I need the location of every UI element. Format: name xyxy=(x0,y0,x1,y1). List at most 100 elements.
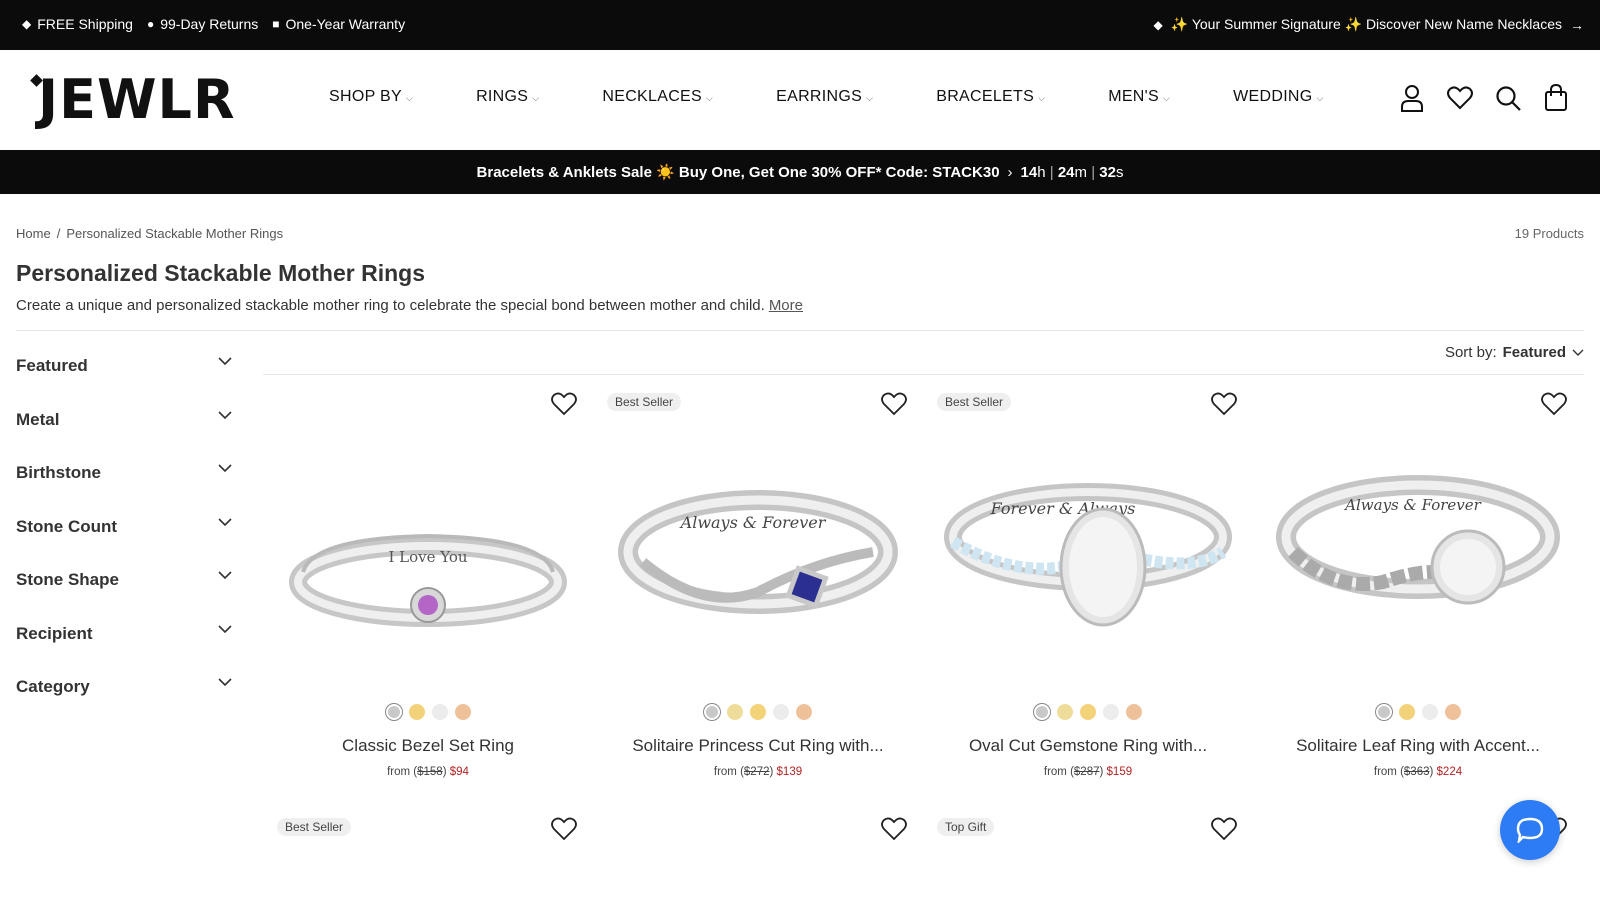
product-image[interactable]: Always & Forever xyxy=(1263,432,1573,672)
nav-rings[interactable]: RINGS ⌵ xyxy=(476,88,539,106)
countdown-hours-unit: h xyxy=(1037,163,1046,181)
ring-stone xyxy=(1440,539,1496,595)
nav-wedding[interactable]: WEDDING ⌵ xyxy=(1233,88,1324,106)
product-image[interactable]: Always & Forever xyxy=(603,432,913,672)
wishlist-heart-icon[interactable] xyxy=(881,817,907,841)
sale-price: $139 xyxy=(776,766,803,778)
wishlist-heart-icon[interactable] xyxy=(551,392,577,416)
nav-shop-by[interactable]: SHOP BY ⌵ xyxy=(329,88,413,106)
sale-price: $94 xyxy=(449,766,469,778)
more-link[interactable]: More xyxy=(769,297,803,314)
chevron-down-icon xyxy=(218,624,232,633)
swatch-silver[interactable] xyxy=(1375,704,1392,720)
sale-banner[interactable]: Bracelets & Anklets Sale ☀️ Buy One, Get… xyxy=(0,150,1600,194)
product-card[interactable] xyxy=(593,807,923,900)
product-name[interactable]: Solitaire Leaf Ring with Accent... xyxy=(1253,736,1583,756)
product-image[interactable]: Forever & Always xyxy=(933,432,1243,672)
swatch-yellow-gold-10k[interactable] xyxy=(727,704,743,720)
sort-dropdown[interactable]: Sort by: Featured xyxy=(1445,344,1584,361)
chevron-down-icon xyxy=(218,571,232,580)
arrow-right-icon: → xyxy=(1570,16,1584,33)
filter-recipient[interactable]: Recipient xyxy=(16,618,232,672)
wishlist-heart-icon[interactable] xyxy=(1541,392,1567,416)
metal-swatches xyxy=(1253,704,1583,720)
product-image[interactable]: I Love You xyxy=(273,432,583,672)
swatch-silver[interactable] xyxy=(385,704,402,720)
swatch-white-gold[interactable] xyxy=(1421,704,1438,720)
original-price: $272 xyxy=(743,766,770,778)
swatch-silver[interactable] xyxy=(1034,704,1050,720)
product-card[interactable]: Best Seller Forever & Always Oval Cut Ge… xyxy=(923,382,1253,792)
swatch-rose-gold[interactable] xyxy=(796,704,812,720)
filter-category[interactable]: Category xyxy=(16,671,232,725)
metal-swatches xyxy=(593,704,923,720)
chat-button[interactable] xyxy=(1500,800,1560,860)
swatch-white-gold[interactable] xyxy=(773,704,789,720)
filter-label: Featured xyxy=(16,356,88,375)
swatch-silver[interactable] xyxy=(704,704,720,720)
divider xyxy=(16,330,1584,331)
product-badge: Best Seller xyxy=(277,818,352,836)
nav-bracelets[interactable]: BRACELETS ⌵ xyxy=(936,88,1045,106)
wishlist-heart-icon[interactable] xyxy=(1211,817,1237,841)
diamond-icon: ◆ xyxy=(1153,17,1163,32)
breadcrumb-home[interactable]: Home xyxy=(16,226,51,241)
product-card[interactable]: Best Seller Always & Forever Solitaire P… xyxy=(593,382,923,792)
product-name[interactable]: Classic Bezel Set Ring xyxy=(263,736,593,756)
wishlist-heart-icon[interactable] xyxy=(881,392,907,416)
product-name[interactable]: Oval Cut Gemstone Ring with... xyxy=(923,736,1253,756)
filter-birthstone[interactable]: Birthstone xyxy=(16,457,232,511)
perk-label: 99-Day Returns xyxy=(160,16,259,32)
summer-promo-link[interactable]: ◆ ✨ Your Summer Signature ✨ Discover New… xyxy=(1154,16,1584,33)
nav-necklaces[interactable]: NECKLACES ⌵ xyxy=(602,88,713,106)
product-card[interactable]: I Love You Classic Bezel Set Ring from (… xyxy=(263,382,593,792)
chevron-down-icon xyxy=(218,517,232,526)
swatch-rose-gold[interactable] xyxy=(1444,704,1461,720)
swatch-yellow-gold[interactable] xyxy=(1398,704,1415,720)
chevron-down-icon xyxy=(218,464,232,473)
divider xyxy=(263,374,1584,375)
swatch-yellow-gold[interactable] xyxy=(750,704,766,720)
filter-label: Stone Count xyxy=(16,516,118,536)
swatch-yellow-gold[interactable] xyxy=(1080,704,1096,720)
wishlist-heart-icon[interactable] xyxy=(1446,82,1474,114)
swatch-rose-gold[interactable] xyxy=(1126,704,1142,720)
nav-mens[interactable]: MEN'S ⌵ xyxy=(1108,88,1170,106)
breadcrumb: Home / Personalized Stackable Mother Rin… xyxy=(16,226,283,241)
product-name[interactable]: Solitaire Princess Cut Ring with... xyxy=(593,736,923,756)
product-price: from ($158) $94 xyxy=(387,766,469,778)
chevron-down-icon: ⌵ xyxy=(405,93,414,103)
perk-free-shipping: ◆ FREE Shipping xyxy=(22,16,133,32)
search-icon[interactable] xyxy=(1494,82,1522,114)
sort-label: Sort by: xyxy=(1444,344,1497,361)
filter-featured[interactable]: Featured xyxy=(16,350,232,404)
swatch-white-gold[interactable] xyxy=(431,704,448,720)
product-card[interactable]: Always & Forever Solitaire Leaf Ring wit… xyxy=(1253,382,1583,792)
product-price: from ($272) $139 xyxy=(713,766,803,778)
shopping-bag-icon[interactable] xyxy=(1542,82,1570,114)
product-badge: Best Seller xyxy=(937,393,1012,411)
filter-metal[interactable]: Metal xyxy=(16,404,232,458)
circle-icon: ● xyxy=(146,17,155,31)
filter-stone-shape[interactable]: Stone Shape xyxy=(16,564,232,618)
swatch-rose-gold[interactable] xyxy=(454,704,471,720)
product-badge: Top Gift xyxy=(937,818,995,836)
square-icon: ■ xyxy=(272,17,280,31)
diamond-icon: ◆ xyxy=(22,17,32,31)
countdown-timer: 14h | 24m | 32s xyxy=(1020,163,1124,181)
swatch-yellow-gold-10k[interactable] xyxy=(1057,704,1073,720)
countdown-minutes: 24 xyxy=(1057,163,1075,181)
wishlist-heart-icon[interactable] xyxy=(1211,392,1237,416)
nav-earrings[interactable]: EARRINGS ⌵ xyxy=(776,88,873,106)
filter-stone-count[interactable]: Stone Count xyxy=(16,511,232,565)
swatch-white-gold[interactable] xyxy=(1103,704,1119,720)
wishlist-heart-icon[interactable] xyxy=(551,817,577,841)
site-header: JEWLR SHOP BY ⌵ RINGS ⌵ NECKLACES ⌵ EARRING… xyxy=(0,50,1600,150)
product-card[interactable]: Top Gift xyxy=(923,807,1253,900)
swatch-yellow-gold[interactable] xyxy=(408,704,425,720)
perk-label: FREE Shipping xyxy=(37,16,133,32)
product-card[interactable]: Best Seller xyxy=(263,807,593,900)
logo[interactable]: JEWLR xyxy=(32,72,236,128)
account-icon[interactable] xyxy=(1398,82,1426,114)
chevron-down-icon: ⌵ xyxy=(706,93,714,103)
